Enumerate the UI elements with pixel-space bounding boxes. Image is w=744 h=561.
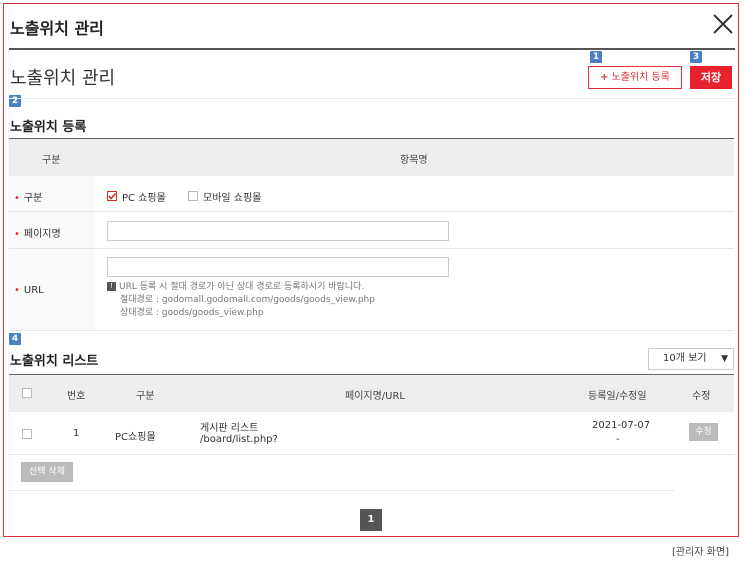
type-row-label: • 구분	[14, 193, 43, 204]
page-name-row-label: • 페이지명	[14, 229, 61, 240]
marker-3: 3	[690, 51, 702, 63]
page-size-select[interactable]: 10개 보기 ▼	[648, 348, 734, 370]
modal-title: 노출위치 관리	[10, 19, 104, 38]
url-label: URL	[23, 285, 44, 296]
marker-4: 4	[9, 333, 21, 345]
row-date: 2021-07-07	[592, 420, 651, 431]
chevron-down-icon: ▼	[721, 354, 728, 364]
row-checkbox[interactable]	[22, 429, 32, 439]
url-input[interactable]	[107, 257, 449, 277]
add-location-label: 노출위치 등록	[611, 72, 670, 83]
row-no: 1	[73, 428, 80, 439]
register-header-type: 구분	[42, 155, 61, 166]
select-all-checkbox[interactable]	[22, 388, 32, 398]
row-divider	[9, 211, 734, 212]
page-size-value: 10개 보기	[663, 353, 707, 364]
row-modified: -	[616, 434, 620, 445]
register-header-name: 항목명	[400, 155, 428, 166]
list-section-title: 노출위치 리스트	[10, 354, 99, 369]
figure-caption: [관리자 화면]	[672, 547, 729, 558]
page-name-input[interactable]	[107, 221, 449, 241]
register-section-title: 노출위치 등록	[10, 120, 87, 135]
page-name-label: 페이지명	[23, 229, 61, 240]
row-type: PC쇼핑몰	[115, 432, 156, 443]
row-divider	[9, 248, 734, 249]
absolute-path-example: 절대경로 : godomall.godomall.com/goods/goods…	[120, 295, 375, 305]
title-divider	[9, 48, 735, 50]
url-help-text: ! URL 등록 시 절대 경로가 아닌 상대 경로로 등록하시기 바랍니다.	[107, 281, 364, 294]
marker-1: 1	[590, 51, 602, 63]
pagination-page-1[interactable]: 1	[360, 509, 382, 531]
edit-button[interactable]: 수정	[689, 423, 718, 441]
mobile-shop-checkbox[interactable]	[188, 191, 198, 201]
register-table-header	[9, 138, 734, 176]
type-label: 구분	[23, 193, 43, 204]
divider	[9, 98, 735, 99]
row-divider	[9, 330, 734, 331]
delete-selected-button[interactable]: 선택 삭제	[21, 462, 73, 482]
pc-shop-label[interactable]: PC 쇼핑몰	[122, 189, 166, 204]
column-edit: 수정	[692, 391, 711, 402]
plus-icon: +	[600, 72, 609, 83]
row-url: /board/list.php?	[200, 434, 278, 445]
close-icon[interactable]	[710, 11, 736, 37]
row-divider	[9, 454, 734, 455]
divider	[9, 490, 674, 491]
url-row-label: • URL	[14, 285, 44, 296]
url-help-message: URL 등록 시 절대 경로가 아닌 상대 경로로 등록하시기 바랍니다.	[119, 282, 365, 292]
add-location-button[interactable]: + 노출위치 등록	[588, 66, 682, 89]
relative-path-example: 상대경로 : goods/goods_view.php	[120, 308, 264, 318]
marker-2: 2	[9, 95, 21, 107]
pc-shop-checkbox[interactable]	[107, 191, 117, 201]
row-page-name: 게시판 리스트	[200, 423, 259, 434]
info-icon: !	[107, 282, 116, 291]
column-page-url: 페이지명/URL	[345, 391, 406, 402]
mobile-shop-label[interactable]: 모바일 쇼핑몰	[203, 189, 261, 204]
column-type: 구분	[136, 391, 155, 402]
column-date: 등록일/수정일	[588, 391, 647, 402]
column-no: 번호	[67, 391, 86, 402]
save-button[interactable]: 저장	[690, 66, 732, 89]
page-title: 노출위치 관리	[10, 68, 116, 89]
